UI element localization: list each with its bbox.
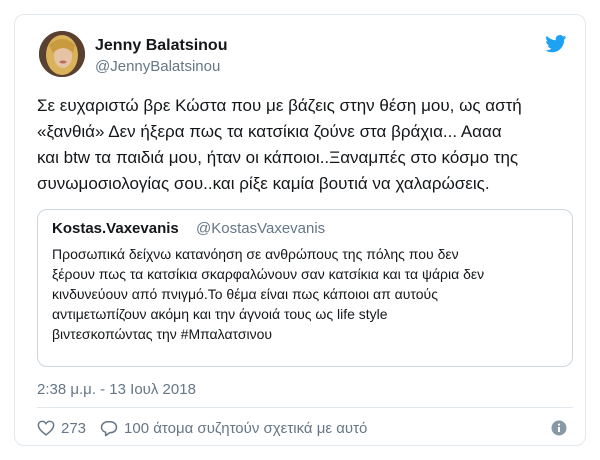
quoted-tweet-text: Προσωπικά δείχνω κατανόηση σε ανθρώπους … — [52, 244, 562, 344]
reply-bubble-icon — [100, 420, 118, 436]
quoted-line: ξέρουν πως τα κατσίκια σκαρφαλώνουν σαν … — [52, 266, 485, 282]
tweet-line: Σε ευχαριστώ βρε Κώστα που με βάζεις στη… — [37, 96, 522, 115]
profile-photo — [39, 31, 85, 77]
quoted-line: βιντεσκοπώντας την #Μπαλατσινου — [52, 326, 273, 342]
like-button[interactable]: 273 — [37, 420, 86, 437]
quoted-line: Προσωπικά δείχνω κατανόηση σε ανθρώπους … — [52, 246, 459, 262]
divider — [37, 407, 573, 408]
tweet-line: συνωμοσιολογίας σου..και ρίξε καμία βουτ… — [37, 174, 490, 193]
reply-summary: 100 άτομα συζητούν σχετικά με αυτό — [124, 419, 368, 437]
like-count: 273 — [61, 419, 87, 437]
tweet-line: «ξανθιά» Δεν ήξερα πως τα κατσίκια ζούνε… — [37, 122, 502, 141]
action-bar: 273 100 άτομα συζητούν σχετικά με αυτό — [37, 417, 367, 439]
tweet-line: και btw τα παιδιά μου, ήταν οι κάποιοι..… — [37, 148, 519, 167]
tweet-text: Σε ευχαριστώ βρε Κώστα που με βάζεις στη… — [37, 93, 565, 197]
avatar[interactable] — [39, 31, 85, 77]
tweet-card: Jenny Balatsinou @JennyBalatsinou Σε ευχ… — [14, 14, 586, 446]
quoted-author-handle: @KostasVaxevanis — [196, 220, 326, 237]
author-handle[interactable]: @JennyBalatsinou — [95, 58, 220, 75]
tweet-timestamp[interactable]: 2:38 μ.μ. - 13 Ιουλ 2018 — [37, 381, 196, 398]
info-icon[interactable] — [551, 420, 567, 436]
reply-button[interactable]: 100 άτομα συζητούν σχετικά με αυτό — [100, 420, 367, 437]
author-name[interactable]: Jenny Balatsinou — [95, 37, 227, 55]
quoted-author-name: Kostas.Vaxevanis — [52, 220, 179, 237]
twitter-bird-icon[interactable] — [545, 35, 567, 53]
quoted-line: κινδυνεύουν από πνιγμό.Το θέμα είναι πως… — [52, 286, 438, 302]
quoted-line: αντιμετωπίζουν ακόμη και την άγνοιά τους… — [52, 306, 388, 322]
heart-icon — [37, 420, 55, 436]
quoted-tweet[interactable]: Kostas.Vaxevanis @KostasVaxevanis Προσωπ… — [37, 209, 573, 367]
